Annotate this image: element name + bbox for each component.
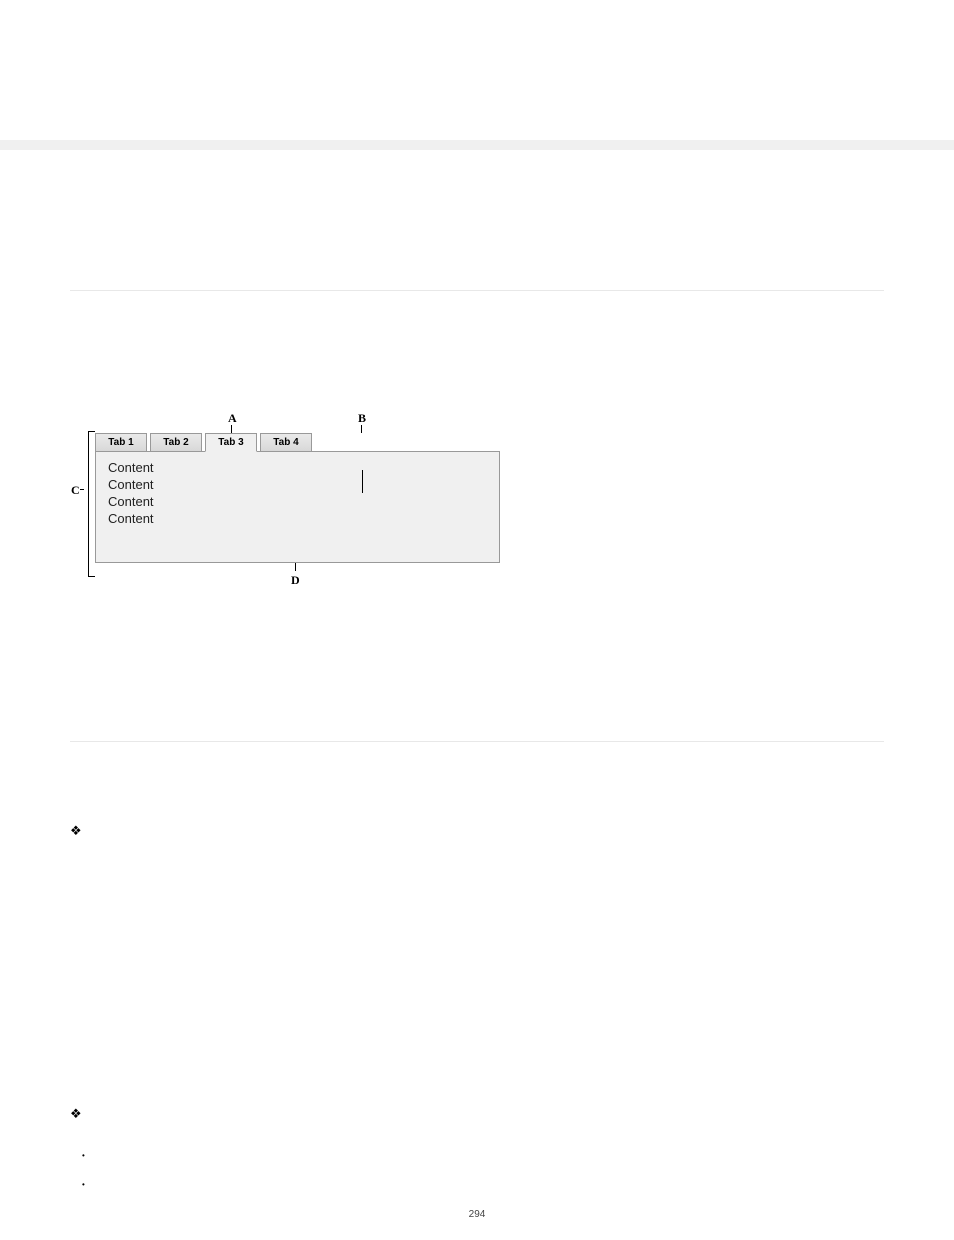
marker-c-label: C: [71, 483, 80, 498]
tab-4[interactable]: Tab 4: [260, 433, 312, 452]
section-divider: [70, 741, 884, 742]
marker-a-label: A: [228, 411, 237, 426]
sub-bullet-list: • •: [82, 1151, 884, 1189]
bullet-list: ❖ ❖ • •: [70, 822, 884, 1189]
bullet-item-1: ❖: [70, 822, 884, 840]
content-line: Content: [108, 460, 487, 477]
content-line: Content: [108, 494, 487, 511]
content-line: Content: [108, 477, 487, 494]
header-divider-bar: [0, 140, 954, 150]
page-content: A B C Tab 1 Tab 2 Tab 3 Tab 4 Content Co…: [0, 290, 954, 1189]
bracket-c: [88, 431, 95, 577]
tab-3[interactable]: Tab 3: [205, 433, 257, 452]
marker-a-pointer: [231, 425, 232, 433]
tab-2[interactable]: Tab 2: [150, 433, 202, 452]
marker-c-dash: [80, 489, 84, 490]
section-divider: [70, 290, 884, 291]
dot-bullet-icon: •: [82, 1180, 884, 1189]
marker-d-pointer: [295, 563, 296, 571]
marker-b-inner-pointer: [362, 470, 363, 493]
marker-row-bottom: D: [95, 563, 884, 593]
marker-b-label: B: [358, 411, 366, 426]
dot-bullet-icon: •: [82, 1151, 884, 1160]
page-number: 294: [0, 1209, 954, 1240]
content-line: Content: [108, 511, 487, 528]
marker-d-label: D: [291, 573, 300, 588]
tabbed-panel-widget: C Tab 1 Tab 2 Tab 3 Tab 4 Content Conten…: [95, 433, 510, 563]
tab-content-panel: Content Content Content Content: [95, 451, 500, 563]
marker-row-top: A B: [80, 411, 884, 433]
bullet-item-2: ❖ • •: [70, 1105, 884, 1189]
diamond-bullet-icon: ❖: [70, 1106, 82, 1121]
diamond-bullet-icon: ❖: [70, 823, 82, 838]
marker-b-pointer: [361, 425, 362, 433]
tabbed-panel-figure: A B C Tab 1 Tab 2 Tab 3 Tab 4 Content Co…: [70, 411, 884, 593]
tab-1[interactable]: Tab 1: [95, 433, 147, 452]
tab-row: Tab 1 Tab 2 Tab 3 Tab 4: [95, 433, 510, 452]
